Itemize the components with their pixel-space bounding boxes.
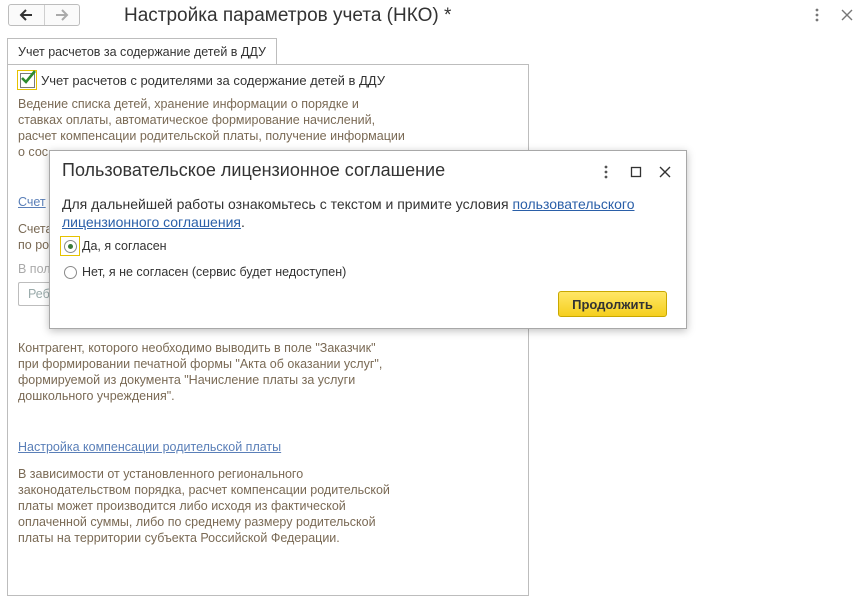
radio-selected-dot: [67, 243, 73, 249]
radio-frame: [60, 262, 80, 282]
desc-line: дошкольного учреждения".: [18, 389, 175, 403]
radio-button[interactable]: [63, 239, 77, 253]
desc-line: ставках оплаты, автоматическое формирова…: [18, 113, 376, 127]
accounts-link[interactable]: Счет: [18, 195, 46, 209]
close-icon[interactable]: [838, 6, 856, 24]
message-text: .: [240, 214, 245, 230]
close-icon[interactable]: [657, 164, 673, 180]
maximize-icon[interactable]: [628, 164, 644, 180]
checkbox-label: Учет расчетов с родителями за содержание…: [41, 73, 385, 88]
desc-line: законодательством порядка, расчет компен…: [18, 483, 390, 497]
contractor-description: Контрагент, которого необходимо выводить…: [18, 340, 382, 404]
desc-line: формируемой из документа "Начисление пла…: [18, 373, 356, 387]
forward-button[interactable]: [43, 5, 80, 25]
desc-line: Контрагент, которого необходимо выводить…: [18, 341, 376, 355]
link-text: пользовательского: [512, 196, 635, 212]
radio-option-disagree[interactable]: Нет, я не согласен (сервис будет недосту…: [60, 262, 346, 282]
child-care-accounting-checkbox[interactable]: [17, 69, 37, 90]
desc-line: оплаченной суммы, либо по среднему разме…: [18, 515, 376, 529]
navigation-buttons: [8, 4, 80, 26]
radio-button[interactable]: [63, 265, 77, 279]
more-menu-icon[interactable]: [601, 164, 611, 180]
license-agreement-dialog: Пользовательское лицензионное соглашение…: [49, 150, 687, 329]
arrow-left-icon: [19, 9, 33, 21]
checkmark-icon: [20, 69, 36, 84]
arrow-right-icon: [55, 9, 69, 21]
tab-child-care-accounting[interactable]: Учет расчетов за содержание детей в ДДУ: [7, 38, 277, 64]
field-label: В пол: [18, 262, 51, 276]
continue-button[interactable]: Продолжить: [558, 291, 667, 317]
more-menu-icon[interactable]: [811, 6, 823, 24]
compensation-settings-link[interactable]: Настройка компенсации родительской платы: [18, 440, 281, 454]
compensation-description: В зависимости от установленного регионал…: [18, 466, 390, 546]
page-title: Настройка параметров учета (НКО) *: [124, 5, 452, 26]
link-text: лицензионного соглашения: [62, 214, 241, 230]
radio-frame: [60, 236, 80, 256]
desc-line: платы на территории субъекта Российской …: [18, 531, 340, 545]
radio-label: Да, я согласен: [82, 239, 167, 253]
desc-line: Счета: [18, 222, 53, 236]
back-button[interactable]: [9, 5, 44, 25]
accounts-description: Счета по ро: [18, 221, 52, 253]
message-text: Для дальнейшей работы ознакомьтесь с тек…: [62, 196, 513, 212]
desc-line: по ро: [18, 238, 50, 252]
radio-label: Нет, я не согласен (сервис будет недосту…: [82, 265, 347, 279]
desc-line: В зависимости от установленного регионал…: [18, 467, 304, 481]
desc-line: при формировании печатной формы "Акта об…: [18, 357, 383, 371]
radio-option-agree[interactable]: Да, я согласен: [60, 236, 167, 256]
desc-line: платы может производится либо исходя из …: [18, 499, 346, 513]
dialog-title: Пользовательское лицензионное соглашение: [62, 160, 446, 180]
desc-line: Ведение списка детей, хранение информаци…: [18, 97, 359, 111]
dialog-message: Для дальнейшей работы ознакомьтесь с тек…: [62, 195, 674, 231]
desc-line: расчет компенсации родительской платы, п…: [18, 129, 405, 143]
